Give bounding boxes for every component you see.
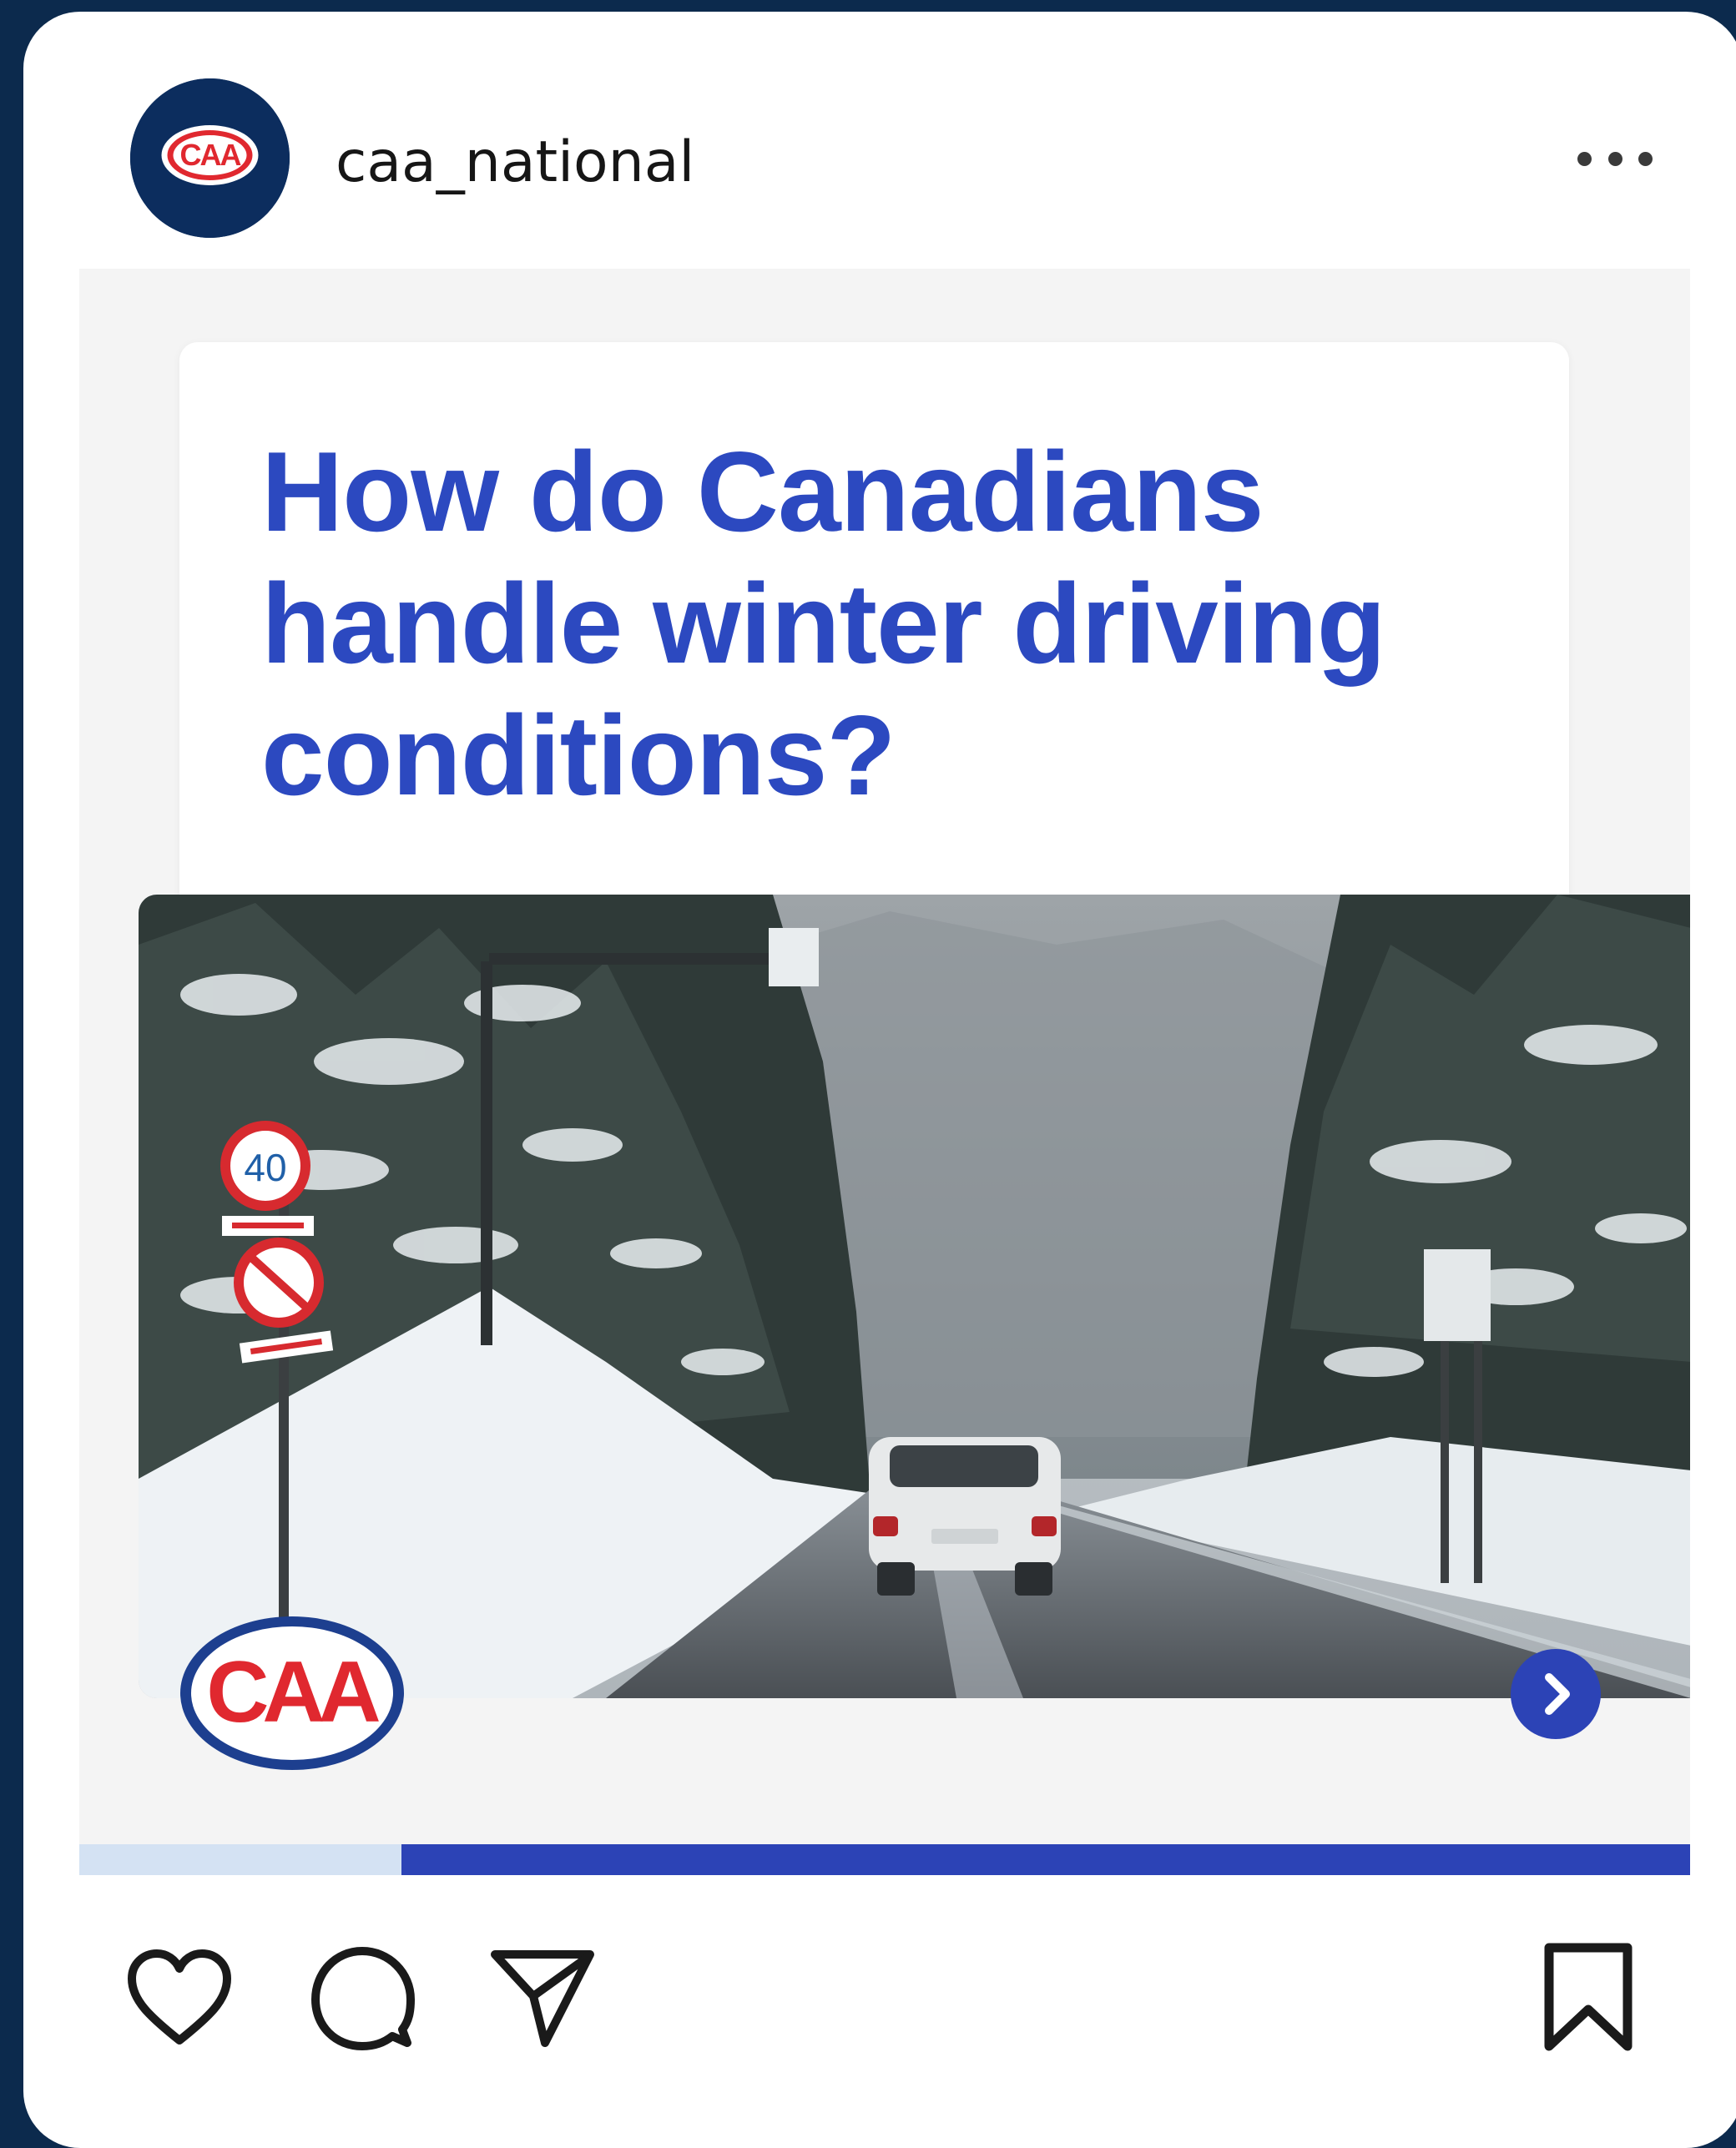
svg-text:CAA: CAA: [180, 138, 242, 172]
caa-avatar-logo: CAA: [130, 78, 290, 238]
headline-card: How do Canadians handle winter driving c…: [179, 342, 1569, 943]
heart-icon[interactable]: [125, 1949, 234, 2049]
post-headline: How do Canadians handle winter driving c…: [261, 428, 1386, 819]
bookmark-icon[interactable]: [1542, 1943, 1634, 2053]
winter-road-photo: 40: [139, 895, 1690, 1698]
username[interactable]: caa_national: [336, 125, 694, 200]
more-options-button[interactable]: [1577, 134, 1653, 184]
svg-text:40: 40: [244, 1146, 286, 1189]
caa-brand-logo: CAA: [179, 1615, 405, 1772]
svg-text:CAA: CAA: [206, 1644, 379, 1741]
send-icon[interactable]: [488, 1944, 597, 2053]
carousel-progress-current: [79, 1844, 401, 1875]
more-dot-icon: [1577, 151, 1592, 166]
more-dot-icon: [1607, 151, 1622, 166]
chevron-right-icon: [1545, 1673, 1570, 1715]
more-dot-icon: [1638, 151, 1653, 166]
comment-icon[interactable]: [310, 1946, 415, 2050]
avatar[interactable]: CAA: [130, 78, 290, 238]
next-slide-button[interactable]: [1511, 1649, 1601, 1739]
carousel-progress-bar: [79, 1844, 1690, 1875]
post-media[interactable]: How do Canadians handle winter driving c…: [79, 269, 1690, 1875]
